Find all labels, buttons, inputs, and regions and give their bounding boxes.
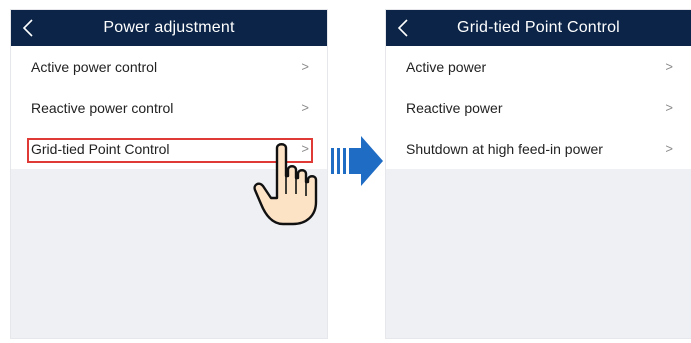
header-bar: Power adjustment xyxy=(11,10,327,46)
chevron-right-icon: > xyxy=(301,100,309,115)
menu-item-label: Active power xyxy=(406,58,487,75)
grid-tied-point-control-screen: Grid-tied Point Control Active power > R… xyxy=(385,9,691,339)
menu-item-active-power-control[interactable]: Active power control > xyxy=(11,46,327,87)
arrow-right-icon xyxy=(331,136,383,186)
hand-pointer-icon xyxy=(253,143,318,226)
header-bar: Grid-tied Point Control xyxy=(386,10,691,46)
chevron-right-icon: > xyxy=(665,100,673,115)
menu-item-label: Grid-tied Point Control xyxy=(31,140,170,157)
chevron-right-icon: > xyxy=(301,59,309,74)
menu-item-label: Reactive power control xyxy=(31,99,174,116)
menu-item-label: Reactive power xyxy=(406,99,503,116)
back-icon[interactable] xyxy=(395,17,413,39)
menu-item-label: Active power control xyxy=(31,58,158,75)
chevron-right-icon: > xyxy=(665,59,673,74)
page-title: Power adjustment xyxy=(103,19,235,36)
menu-item-reactive-power[interactable]: Reactive power > xyxy=(386,87,691,128)
back-icon[interactable] xyxy=(20,17,38,39)
page-title: Grid-tied Point Control xyxy=(457,19,620,36)
menu-item-reactive-power-control[interactable]: Reactive power control > xyxy=(11,87,327,128)
chevron-right-icon: > xyxy=(665,141,673,156)
menu-list: Active power > Reactive power > Shutdown… xyxy=(386,46,691,169)
menu-item-active-power[interactable]: Active power > xyxy=(386,46,691,87)
menu-item-label: Shutdown at high feed-in power xyxy=(406,140,603,157)
menu-item-shutdown-high-feed-in-power[interactable]: Shutdown at high feed-in power > xyxy=(386,128,691,169)
